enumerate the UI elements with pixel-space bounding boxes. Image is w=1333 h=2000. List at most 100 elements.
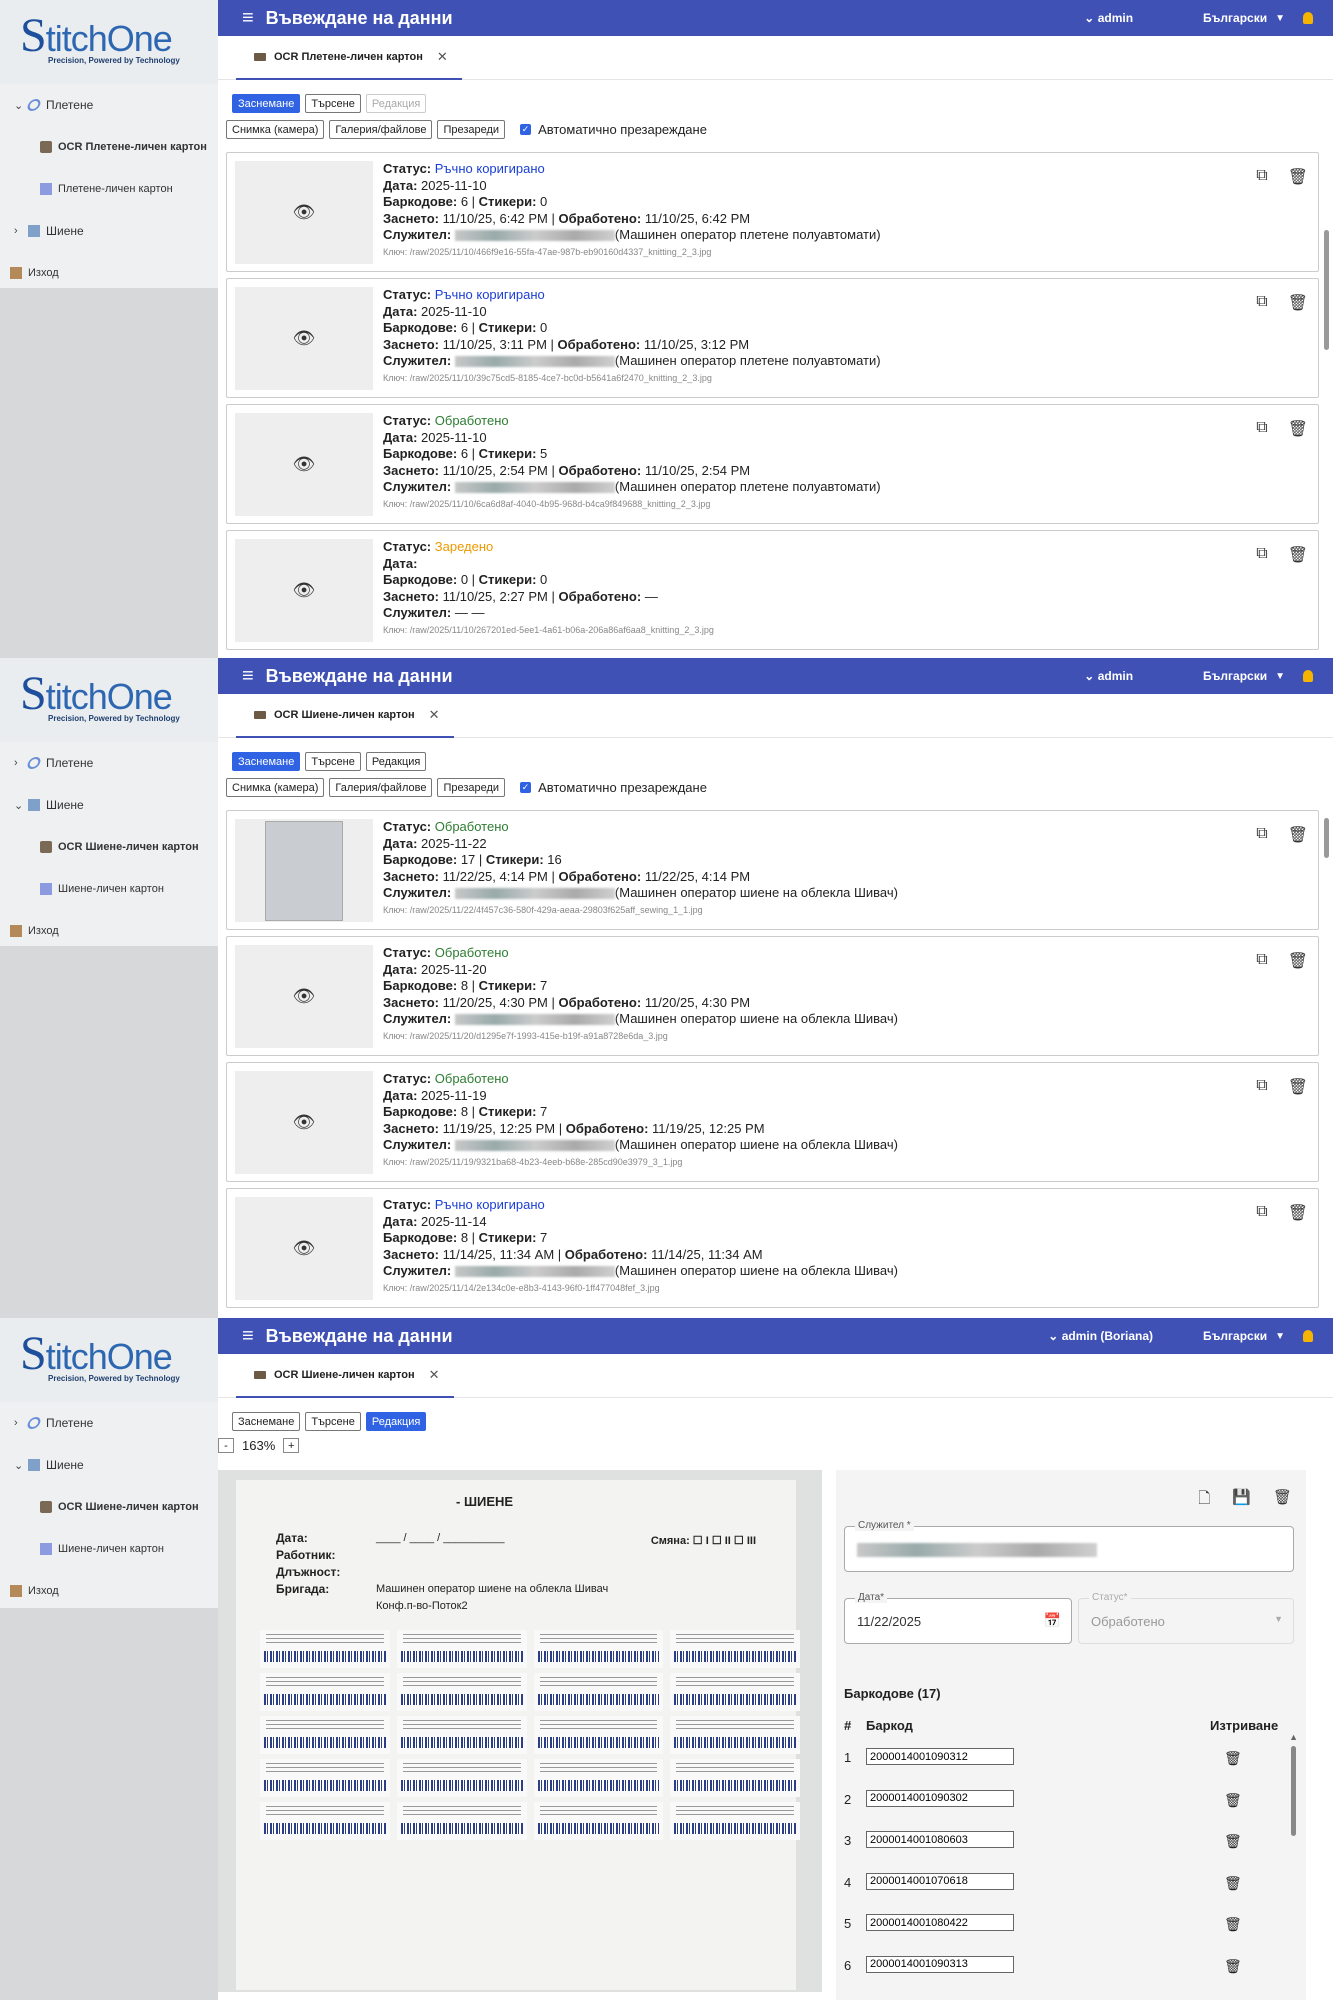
user-menu[interactable]: admin: [1084, 669, 1133, 683]
edit-mode-button[interactable]: Редакция: [365, 1412, 427, 1431]
open-external-icon[interactable]: ⧉: [1256, 1077, 1267, 1097]
bell-icon[interactable]: [1303, 1330, 1313, 1342]
nav-sewing[interactable]: ⌄ Шиене: [0, 784, 218, 826]
delete-icon[interactable]: 🗑: [1288, 951, 1308, 971]
open-external-icon[interactable]: ⧉: [1256, 1203, 1267, 1223]
close-icon[interactable]: ✕: [429, 1367, 440, 1383]
save-icon[interactable]: 💾: [1232, 1488, 1251, 1513]
delete-icon[interactable]: 🗑: [1288, 167, 1308, 187]
record-thumbnail[interactable]: 👁: [235, 945, 373, 1048]
auto-reload-checkbox[interactable]: ✓ Автоматично презареждане: [520, 780, 707, 795]
language-select[interactable]: Български: [1203, 669, 1267, 683]
open-external-icon[interactable]: ⧉: [1256, 419, 1267, 439]
language-select[interactable]: Български: [1203, 1329, 1267, 1343]
nav-ocr-sew[interactable]: OCR Шиене-личен картон: [0, 1486, 218, 1528]
record-card[interactable]: Статус: Обработено Дата: 2025-11-22 Баркод…: [226, 810, 1319, 930]
search-mode-button[interactable]: Търсене: [305, 94, 361, 113]
scrollbar[interactable]: [1291, 1746, 1296, 1836]
nav-card-sew[interactable]: Шиене-личен картон: [0, 1528, 218, 1570]
nav-exit[interactable]: Изход: [0, 1570, 218, 1612]
delete-icon[interactable]: 🗑: [1224, 1958, 1242, 1975]
menu-icon[interactable]: ≡: [242, 7, 254, 30]
record-thumbnail[interactable]: 👁: [235, 1197, 373, 1300]
barcode-input[interactable]: [866, 1831, 1014, 1848]
tab-ocr-sew[interactable]: OCR Шиене-личен картон ✕: [236, 1354, 454, 1398]
caret-down-icon[interactable]: ▼: [1275, 671, 1285, 682]
record-thumbnail[interactable]: 👁: [235, 413, 373, 516]
open-external-icon[interactable]: ⧉: [1256, 951, 1267, 971]
search-mode-button[interactable]: Търсене: [305, 1412, 361, 1431]
close-icon[interactable]: ✕: [437, 49, 448, 65]
nav-knitting[interactable]: › Плетене: [0, 1402, 218, 1444]
scanned-document[interactable]: - ШИЕНЕ Дата: Работник: Длъжност: Бригад…: [218, 1470, 822, 1992]
delete-icon[interactable]: 🗑: [1288, 1077, 1308, 1097]
edit-mode-button[interactable]: Редакция: [365, 94, 427, 113]
delete-icon[interactable]: 🗑: [1224, 1833, 1242, 1850]
record-thumbnail[interactable]: [235, 819, 373, 922]
record-card[interactable]: 👁 Статус: Обработено Дата: 2025-11-20 Барко…: [226, 936, 1319, 1056]
nav-card-sew[interactable]: Шиене-личен картон: [0, 868, 218, 910]
status-select[interactable]: Статус* Обработено ▼: [1078, 1592, 1294, 1644]
open-external-icon[interactable]: ⧉: [1256, 825, 1267, 845]
delete-icon[interactable]: 🗑: [1273, 1488, 1292, 1513]
user-menu[interactable]: admin (Boriana): [1048, 1329, 1153, 1343]
menu-icon[interactable]: ≡: [242, 665, 254, 688]
nav-exit[interactable]: Изход: [0, 252, 218, 294]
barcode-input[interactable]: [866, 1748, 1014, 1765]
delete-icon[interactable]: 🗑: [1224, 1792, 1242, 1809]
record-thumbnail[interactable]: 👁: [235, 161, 373, 264]
caret-down-icon[interactable]: ▼: [1275, 1331, 1285, 1342]
record-card[interactable]: 👁 Статус: Заредено Дата: Баркодове: 0 | Ст…: [226, 530, 1319, 650]
nav-ocr-sew[interactable]: OCR Шиене-личен картон: [0, 826, 218, 868]
nav-knitting[interactable]: › Плетене: [0, 742, 218, 784]
language-select[interactable]: Български: [1203, 11, 1267, 25]
scrollbar[interactable]: [1324, 230, 1329, 350]
record-thumbnail[interactable]: 👁: [235, 539, 373, 642]
delete-icon[interactable]: 🗑: [1288, 545, 1308, 565]
delete-icon[interactable]: 🗑: [1288, 825, 1308, 845]
open-external-icon[interactable]: ⧉: [1256, 293, 1267, 313]
capture-mode-button[interactable]: Заснемане: [232, 1412, 301, 1431]
scrollbar[interactable]: [1324, 818, 1329, 858]
record-card[interactable]: 👁 Статус: Обработено Дата: 2025-11-19 Барко…: [226, 1062, 1319, 1182]
record-thumbnail[interactable]: 👁: [235, 1071, 373, 1174]
capture-mode-button[interactable]: Заснемане: [232, 752, 301, 771]
reload-button[interactable]: Презареди: [437, 120, 506, 139]
user-menu[interactable]: admin: [1084, 11, 1133, 25]
delete-icon[interactable]: 🗑: [1224, 1750, 1242, 1767]
delete-icon[interactable]: 🗑: [1224, 1916, 1242, 1933]
record-card[interactable]: 👁 Статус: Ръчно коригирано Дата: 2025-11-1…: [226, 152, 1319, 272]
delete-icon[interactable]: 🗑: [1288, 293, 1308, 313]
calendar-icon[interactable]: 📅: [1044, 1612, 1061, 1629]
date-field[interactable]: Дата* 11/22/2025 📅: [844, 1592, 1072, 1644]
barcode-input[interactable]: [866, 1914, 1014, 1931]
bell-icon[interactable]: [1303, 12, 1313, 24]
close-icon[interactable]: ✕: [429, 707, 440, 723]
new-file-icon[interactable]: 🗋: [1198, 1488, 1210, 1513]
record-card[interactable]: 👁 Статус: Ръчно коригирано Дата: 2025-11-1…: [226, 1188, 1319, 1308]
nav-exit[interactable]: Изход: [0, 910, 218, 952]
menu-icon[interactable]: ≡: [242, 1325, 254, 1348]
open-external-icon[interactable]: ⧉: [1256, 545, 1267, 565]
tab-ocr-knit[interactable]: OCR Плетене-личен картон ✕: [236, 36, 462, 80]
open-external-icon[interactable]: ⧉: [1256, 167, 1267, 187]
capture-mode-button[interactable]: Заснемане: [232, 94, 301, 113]
scroll-up-icon[interactable]: ▲: [1289, 1732, 1298, 1742]
record-card[interactable]: 👁 Статус: Ръчно коригирано Дата: 2025-11-1…: [226, 278, 1319, 398]
nav-ocr-knit[interactable]: OCR Плетене-личен картон: [0, 126, 218, 168]
camera-button[interactable]: Снимка (камера): [226, 778, 325, 797]
delete-icon[interactable]: 🗑: [1224, 1875, 1242, 1892]
zoom-in-button[interactable]: +: [283, 1438, 300, 1453]
zoom-out-button[interactable]: -: [218, 1438, 234, 1453]
search-mode-button[interactable]: Търсене: [305, 752, 361, 771]
caret-down-icon[interactable]: ▼: [1275, 13, 1285, 24]
gallery-button[interactable]: Галерия/файлове: [329, 120, 433, 139]
camera-button[interactable]: Снимка (камера): [226, 120, 325, 139]
barcode-input[interactable]: [866, 1789, 1014, 1807]
nav-sewing[interactable]: ⌄ Шиене: [0, 1444, 218, 1486]
barcode-input[interactable]: [866, 1872, 1014, 1890]
auto-reload-checkbox[interactable]: ✓ Автоматично презареждане: [520, 122, 707, 137]
record-thumbnail[interactable]: 👁: [235, 287, 373, 390]
delete-icon[interactable]: 🗑: [1288, 1203, 1308, 1223]
nav-sewing[interactable]: › Шиене: [0, 210, 218, 252]
